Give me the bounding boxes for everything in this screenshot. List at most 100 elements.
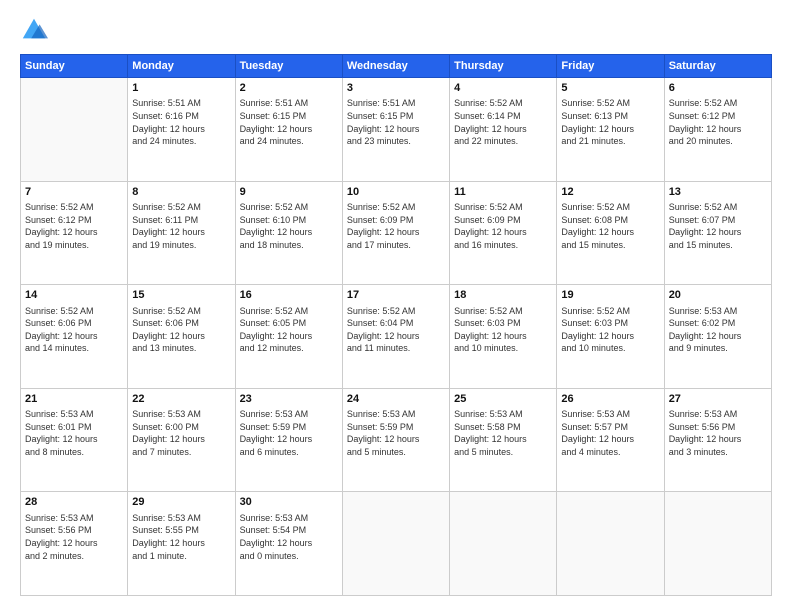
day-info-line: Sunrise: 5:53 AM	[240, 512, 338, 525]
day-info-line: Sunset: 5:56 PM	[669, 421, 767, 434]
day-info-line: Daylight: 12 hours	[25, 226, 123, 239]
calendar-day-header: Saturday	[664, 55, 771, 78]
day-info-line: Daylight: 12 hours	[561, 330, 659, 343]
day-info-line: Sunrise: 5:52 AM	[347, 305, 445, 318]
day-info-line: Daylight: 12 hours	[25, 537, 123, 550]
calendar-cell: 2Sunrise: 5:51 AMSunset: 6:15 PMDaylight…	[235, 78, 342, 182]
day-info-line: Sunset: 6:06 PM	[25, 317, 123, 330]
day-info-line: Daylight: 12 hours	[669, 433, 767, 446]
day-number: 10	[347, 185, 445, 200]
day-info-line: Daylight: 12 hours	[132, 123, 230, 136]
day-info-line: Daylight: 12 hours	[347, 226, 445, 239]
day-info-line: Daylight: 12 hours	[454, 330, 552, 343]
day-info-line: Sunset: 6:14 PM	[454, 110, 552, 123]
day-info-line: Sunset: 6:09 PM	[454, 214, 552, 227]
day-info-line: Sunrise: 5:52 AM	[561, 201, 659, 214]
day-info-line: Daylight: 12 hours	[561, 226, 659, 239]
day-info-line: and 15 minutes.	[561, 239, 659, 252]
day-info-line: Daylight: 12 hours	[347, 330, 445, 343]
day-info-line: and 10 minutes.	[454, 342, 552, 355]
logo-icon	[20, 16, 48, 44]
day-info-line: and 1 minute.	[132, 550, 230, 563]
day-info-line: Sunset: 6:16 PM	[132, 110, 230, 123]
day-info-line: Sunrise: 5:51 AM	[240, 97, 338, 110]
day-info-line: Sunrise: 5:52 AM	[240, 305, 338, 318]
calendar-cell: 27Sunrise: 5:53 AMSunset: 5:56 PMDayligh…	[664, 388, 771, 492]
day-info-line: Daylight: 12 hours	[25, 433, 123, 446]
day-info-line: Daylight: 12 hours	[240, 226, 338, 239]
calendar-week-row: 28Sunrise: 5:53 AMSunset: 5:56 PMDayligh…	[21, 492, 772, 596]
day-info-line: and 19 minutes.	[25, 239, 123, 252]
day-info-line: and 16 minutes.	[454, 239, 552, 252]
day-info-line: Daylight: 12 hours	[347, 123, 445, 136]
calendar-week-row: 7Sunrise: 5:52 AMSunset: 6:12 PMDaylight…	[21, 181, 772, 285]
day-number: 17	[347, 288, 445, 303]
day-number: 1	[132, 81, 230, 96]
calendar-cell: 14Sunrise: 5:52 AMSunset: 6:06 PMDayligh…	[21, 285, 128, 389]
day-info-line: and 22 minutes.	[454, 135, 552, 148]
day-number: 14	[25, 288, 123, 303]
day-info-line: Sunrise: 5:51 AM	[347, 97, 445, 110]
calendar-week-row: 14Sunrise: 5:52 AMSunset: 6:06 PMDayligh…	[21, 285, 772, 389]
calendar-cell: 26Sunrise: 5:53 AMSunset: 5:57 PMDayligh…	[557, 388, 664, 492]
calendar-header-row: SundayMondayTuesdayWednesdayThursdayFrid…	[21, 55, 772, 78]
day-number: 27	[669, 392, 767, 407]
day-number: 15	[132, 288, 230, 303]
calendar-cell: 29Sunrise: 5:53 AMSunset: 5:55 PMDayligh…	[128, 492, 235, 596]
calendar-cell	[342, 492, 449, 596]
day-info-line: and 23 minutes.	[347, 135, 445, 148]
day-info-line: Sunrise: 5:53 AM	[669, 305, 767, 318]
day-info-line: Sunset: 5:55 PM	[132, 524, 230, 537]
calendar-cell: 25Sunrise: 5:53 AMSunset: 5:58 PMDayligh…	[450, 388, 557, 492]
day-info-line: and 2 minutes.	[25, 550, 123, 563]
day-info-line: Sunset: 5:59 PM	[240, 421, 338, 434]
day-info-line: and 12 minutes.	[240, 342, 338, 355]
day-info-line: Sunrise: 5:52 AM	[669, 201, 767, 214]
day-info-line: Sunrise: 5:52 AM	[25, 305, 123, 318]
day-info-line: Daylight: 12 hours	[669, 226, 767, 239]
day-info-line: Sunrise: 5:53 AM	[669, 408, 767, 421]
day-info-line: Sunrise: 5:52 AM	[132, 201, 230, 214]
calendar-cell: 15Sunrise: 5:52 AMSunset: 6:06 PMDayligh…	[128, 285, 235, 389]
day-number: 16	[240, 288, 338, 303]
day-number: 28	[25, 495, 123, 510]
day-info-line: Daylight: 12 hours	[132, 226, 230, 239]
calendar-cell: 23Sunrise: 5:53 AMSunset: 5:59 PMDayligh…	[235, 388, 342, 492]
calendar-cell: 18Sunrise: 5:52 AMSunset: 6:03 PMDayligh…	[450, 285, 557, 389]
day-number: 30	[240, 495, 338, 510]
day-info-line: Sunset: 6:08 PM	[561, 214, 659, 227]
day-info-line: Sunrise: 5:52 AM	[240, 201, 338, 214]
day-info-line: and 3 minutes.	[669, 446, 767, 459]
day-info-line: Daylight: 12 hours	[347, 433, 445, 446]
day-info-line: Sunrise: 5:53 AM	[25, 512, 123, 525]
day-info-line: Daylight: 12 hours	[132, 330, 230, 343]
day-number: 9	[240, 185, 338, 200]
day-info-line: and 18 minutes.	[240, 239, 338, 252]
day-info-line: and 17 minutes.	[347, 239, 445, 252]
day-info-line: Daylight: 12 hours	[240, 433, 338, 446]
calendar-cell: 16Sunrise: 5:52 AMSunset: 6:05 PMDayligh…	[235, 285, 342, 389]
logo	[20, 16, 52, 44]
header	[20, 16, 772, 44]
day-info-line: Sunrise: 5:52 AM	[25, 201, 123, 214]
day-info-line: Sunset: 6:07 PM	[669, 214, 767, 227]
day-info-line: Sunset: 6:13 PM	[561, 110, 659, 123]
day-info-line: and 13 minutes.	[132, 342, 230, 355]
day-info-line: Sunset: 5:59 PM	[347, 421, 445, 434]
day-info-line: Sunrise: 5:53 AM	[561, 408, 659, 421]
day-info-line: Sunset: 6:04 PM	[347, 317, 445, 330]
calendar-cell: 4Sunrise: 5:52 AMSunset: 6:14 PMDaylight…	[450, 78, 557, 182]
day-number: 6	[669, 81, 767, 96]
day-info-line: Daylight: 12 hours	[454, 226, 552, 239]
page: SundayMondayTuesdayWednesdayThursdayFrid…	[0, 0, 792, 612]
day-info-line: Daylight: 12 hours	[132, 433, 230, 446]
calendar-cell: 7Sunrise: 5:52 AMSunset: 6:12 PMDaylight…	[21, 181, 128, 285]
day-number: 11	[454, 185, 552, 200]
day-info-line: Sunrise: 5:52 AM	[454, 97, 552, 110]
day-info-line: and 5 minutes.	[347, 446, 445, 459]
calendar-cell: 19Sunrise: 5:52 AMSunset: 6:03 PMDayligh…	[557, 285, 664, 389]
day-number: 29	[132, 495, 230, 510]
day-info-line: and 0 minutes.	[240, 550, 338, 563]
day-info-line: and 7 minutes.	[132, 446, 230, 459]
day-number: 22	[132, 392, 230, 407]
